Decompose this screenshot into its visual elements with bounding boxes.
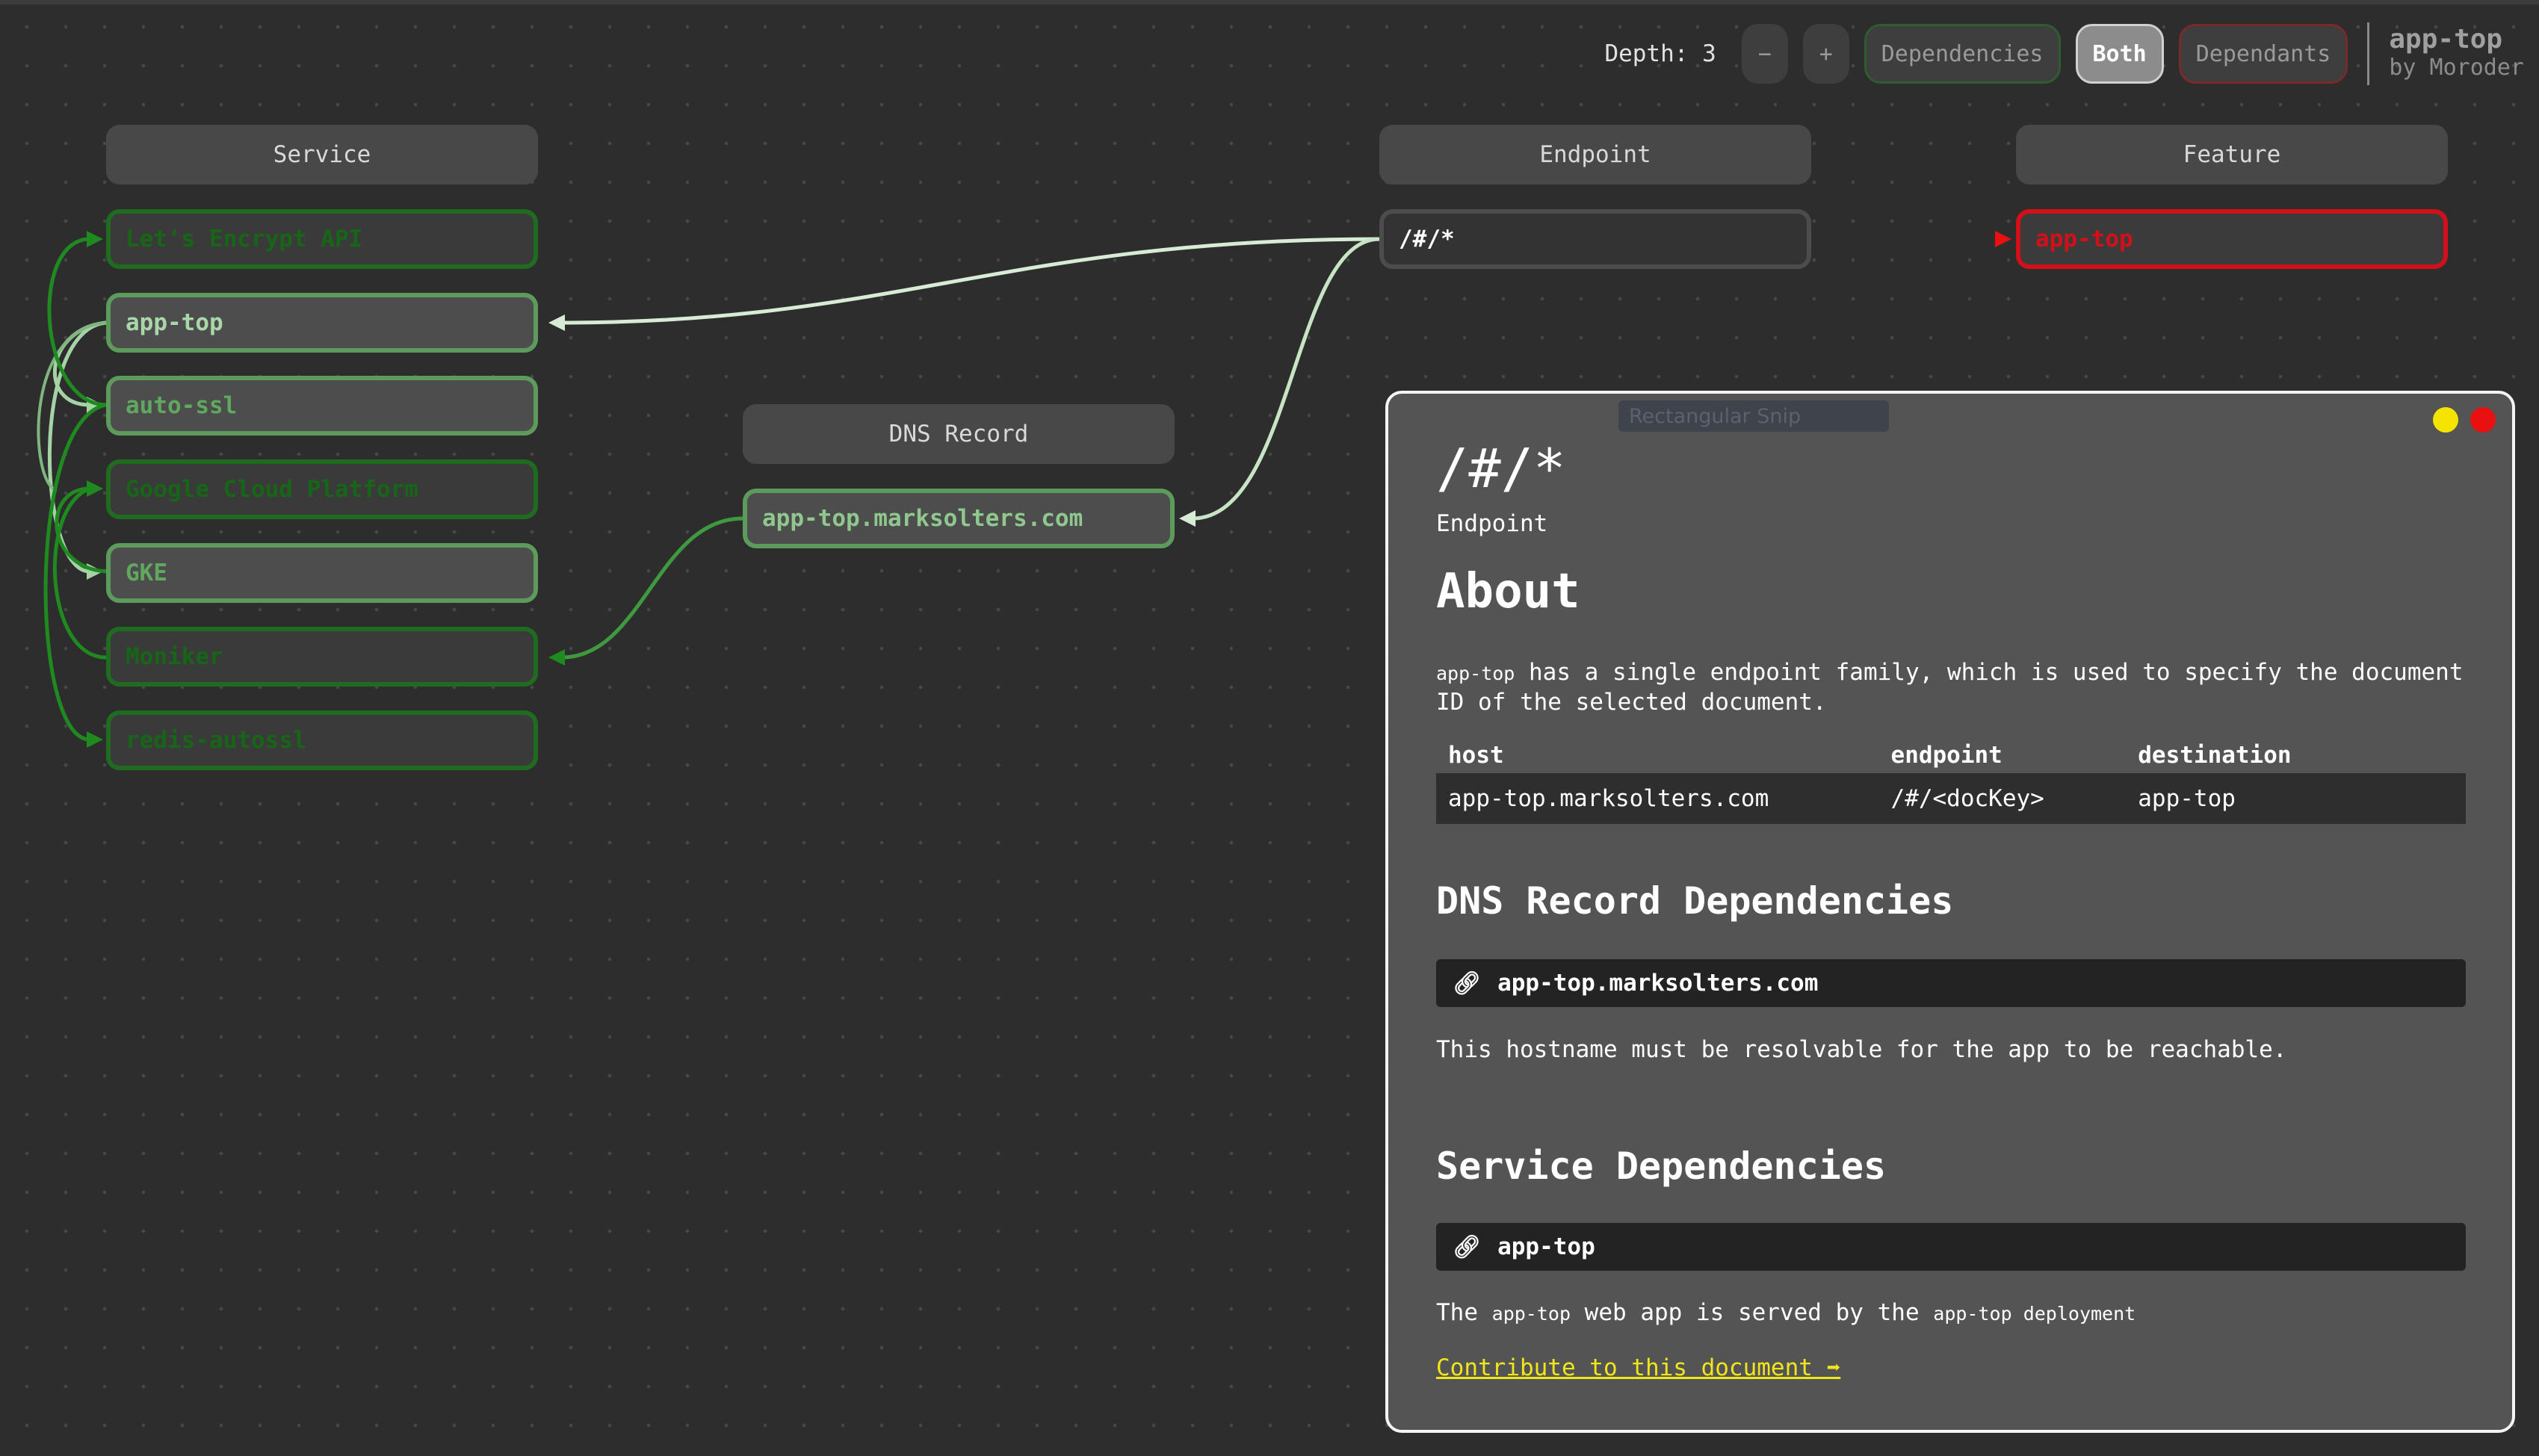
column-header-endpoint: Endpoint (1379, 125, 1811, 185)
edge-endpoint-to-app-top (548, 237, 1380, 331)
edge-app-top-to-moniker (37, 321, 107, 492)
endpoint-table: host endpoint destination app-top.markso… (1436, 737, 2466, 824)
dependants-button[interactable]: Dependants (2178, 24, 2348, 84)
service-note-code1: app-top (1491, 1303, 1571, 1325)
dns-dependencies-heading: DNS Record Dependencies (1436, 879, 1954, 923)
table-cell-endpoint: /#/<docKey> (1878, 773, 2127, 824)
link-icon: 🔗︎ (1453, 970, 1482, 997)
service-dependency-label: app-top (1497, 1233, 1595, 1260)
table-row: app-top.marksolters.com /#/<docKey> app-… (1436, 773, 2466, 824)
depth-label: Depth: 3 (1604, 40, 1716, 67)
dns-dependency-note: This hostname must be resolvable for the… (1436, 1036, 2287, 1063)
node-service-gke[interactable]: GKE (106, 543, 538, 603)
edge-auto-ssl-to-lets-encrypt (47, 231, 107, 407)
about-code: app-top (1436, 663, 1515, 684)
about-heading: About (1436, 564, 1580, 619)
service-note-part3: deployment (2011, 1303, 2136, 1325)
node-service-lets-encrypt-api[interactable]: Let's Encrypt API (106, 209, 538, 269)
brand: app-top by Moroder (2389, 25, 2524, 82)
node-service-app-top[interactable]: app-top (106, 293, 538, 353)
dns-dependency-label: app-top.marksolters.com (1497, 970, 1819, 997)
about-text: has a single endpoint family, which is u… (1436, 659, 2464, 716)
minimize-dot[interactable] (2433, 407, 2458, 433)
both-button[interactable]: Both (2075, 24, 2164, 84)
depth-increase-button[interactable]: + (1802, 24, 1849, 84)
service-note-code2: app-top (1933, 1303, 2012, 1325)
panel-title: /#/* (1436, 437, 1566, 500)
top-border (0, 0, 2539, 4)
column-header-service: Service (106, 125, 538, 185)
table-header-endpoint: endpoint (1890, 742, 2003, 769)
edge-gke-to-gcp (55, 480, 107, 574)
table-cell-host: app-top.marksolters.com (1436, 773, 1879, 824)
service-dependency-note: The app-top web app is served by the app… (1436, 1299, 2136, 1326)
table-cell-destination: app-top (2126, 773, 2466, 824)
about-description: app-top has a single endpoint family, wh… (1436, 658, 2467, 716)
column-header-dns-record: DNS Record (743, 404, 1175, 464)
edge-moniker-to-gcp (53, 486, 107, 660)
dependencies-button[interactable]: Dependencies (1864, 24, 2061, 84)
detail-panel: /#/* Endpoint About app-top has a single… (1385, 391, 2515, 1433)
edge-auto-ssl-to-redis (43, 403, 107, 748)
column-header-feature: Feature (2016, 125, 2448, 185)
close-dot[interactable] (2470, 407, 2496, 433)
edge-app-top-to-auto-ssl (52, 320, 107, 413)
edge-dns-to-moniker (548, 516, 743, 666)
node-service-auto-ssl[interactable]: auto-ssl (106, 376, 538, 436)
node-endpoint-root[interactable]: /#/* (1379, 209, 1811, 269)
contribute-link[interactable]: Contribute to this document ➡ (1436, 1354, 1840, 1381)
dns-dependency-item[interactable]: 🔗︎ app-top.marksolters.com (1436, 959, 2466, 1007)
panel-subtitle: Endpoint (1436, 510, 1548, 537)
snip-tooltip: Rectangular Snip (1618, 400, 1889, 432)
table-header-destination: destination (2138, 742, 2292, 769)
toolbar: Depth: 3 − + Dependencies Both Dependant… (1604, 22, 2524, 85)
node-service-redis-autossl[interactable]: redis-autossl (106, 710, 538, 770)
depth-decrease-button[interactable]: − (1741, 24, 1788, 84)
edge-app-top-to-gke (47, 320, 107, 580)
service-note-part2: web app is served by the (1571, 1299, 1934, 1326)
table-header-host: host (1448, 742, 1504, 769)
node-service-moniker[interactable]: Moniker (106, 627, 538, 687)
node-service-google-cloud-platform[interactable]: Google Cloud Platform (106, 459, 538, 519)
node-feature-app-top[interactable]: app-top (2016, 209, 2448, 269)
toolbar-divider (2367, 22, 2370, 85)
link-icon: 🔗︎ (1453, 1233, 1482, 1260)
edge-endpoint-to-dns (1179, 237, 1380, 527)
service-dependencies-heading: Service Dependencies (1436, 1144, 1887, 1188)
brand-title: app-top (2389, 24, 2503, 55)
service-note-part1: The (1436, 1299, 1492, 1326)
service-dependency-item[interactable]: 🔗︎ app-top (1436, 1223, 2466, 1271)
node-dns-app-top-marksolters[interactable]: app-top.marksolters.com (743, 489, 1175, 548)
table-header-row: host endpoint destination (1436, 737, 2466, 773)
brand-author: by Moroder (2389, 55, 2524, 81)
